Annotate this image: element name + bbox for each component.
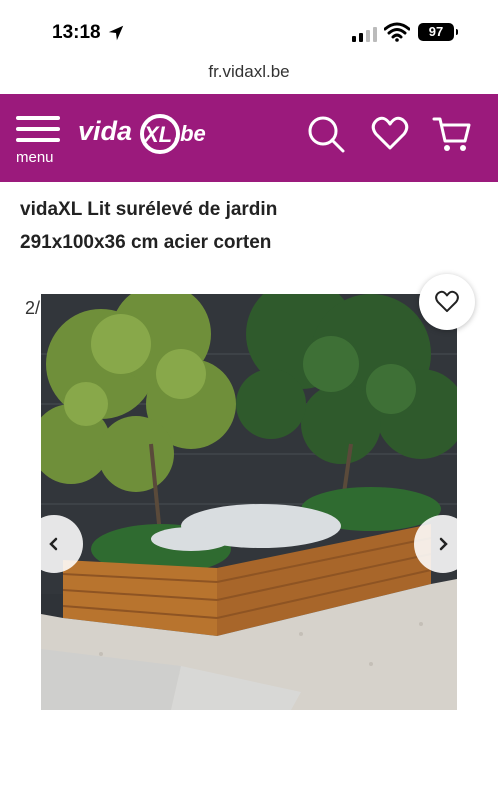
- logo-domain: .be: [174, 121, 206, 146]
- cart-icon[interactable]: [432, 114, 472, 154]
- time-text: 13:18: [52, 22, 101, 43]
- location-arrow-icon: [108, 25, 123, 41]
- address-bar[interactable]: fr.vidaxl.be: [0, 62, 498, 82]
- heart-outline-icon: [435, 290, 459, 313]
- status-bar: 13:18 97: [0, 0, 498, 64]
- status-time: 13:18: [52, 22, 125, 44]
- search-icon[interactable]: [306, 114, 346, 154]
- wifi-icon: [384, 22, 410, 42]
- product-title-line1: vidaXL Lit surélevé de jardin: [20, 199, 278, 220]
- menu-label[interactable]: menu: [16, 149, 54, 166]
- image-counter: 2/: [25, 298, 41, 318]
- hamburger-menu-icon[interactable]: [16, 116, 60, 146]
- previous-image-button[interactable]: [25, 515, 83, 573]
- wishlist-button[interactable]: [419, 274, 475, 330]
- heart-icon[interactable]: [370, 114, 410, 154]
- chevron-left-icon: [49, 537, 58, 551]
- vidaxl-logo[interactable]: vida XL .be: [74, 104, 214, 164]
- site-header: menu vida XL .be: [0, 94, 498, 182]
- raised-bed-illustration: [41, 294, 457, 710]
- battery-icon: 97: [418, 23, 458, 41]
- next-image-button[interactable]: [414, 515, 472, 573]
- cellular-signal-icon: [352, 26, 377, 42]
- url-text: fr.vidaxl.be: [208, 62, 290, 81]
- battery-level: 97: [428, 24, 444, 39]
- product-title-line2: 291x100x36 cm acier corten: [20, 232, 272, 253]
- logo-vida: vida: [78, 116, 133, 146]
- product-title: vidaXL Lit surélevé de jardin 291x100x36…: [20, 193, 490, 259]
- chevron-right-icon: [439, 537, 448, 551]
- logo-xl: XL: [144, 122, 173, 147]
- product-image[interactable]: [41, 294, 457, 710]
